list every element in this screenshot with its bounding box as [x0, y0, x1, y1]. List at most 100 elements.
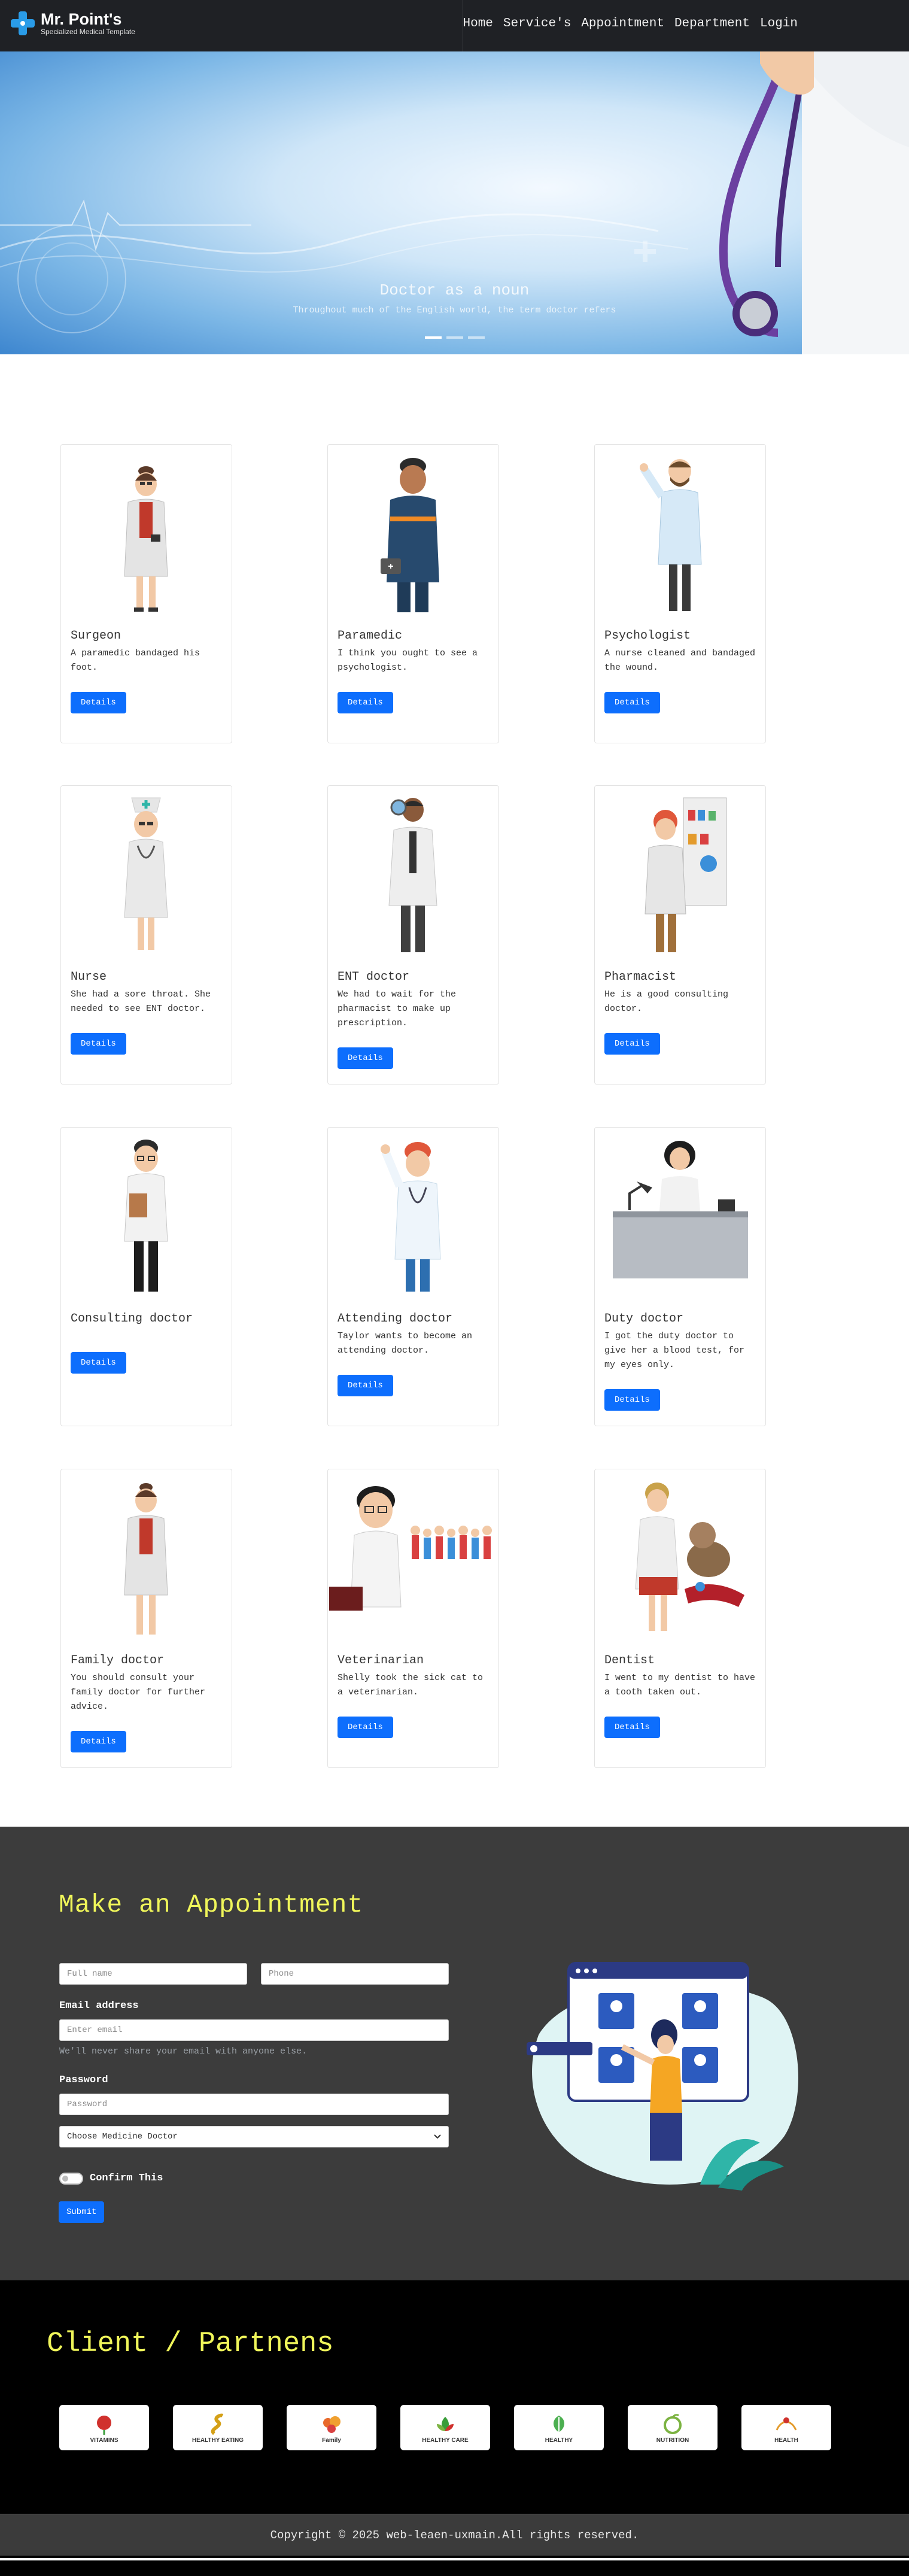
doctor-select-value: Choose Medicine Doctor	[67, 2132, 178, 2141]
card-text: Shelly took the sick cat to a veterinari…	[338, 1673, 484, 1697]
partner-logo[interactable]: NUTRITION	[628, 2405, 718, 2450]
partner-logo-text: NUTRITION	[656, 2437, 689, 2444]
lotus-logo-icon	[437, 2416, 454, 2431]
psychologist-illustration	[595, 445, 765, 618]
partner-logo[interactable]: VITAMINS	[59, 2405, 149, 2450]
brand-subtitle: Specialized Medical Template	[41, 28, 135, 36]
doctor-card: Dentist I went to my dentist to have a t…	[594, 1469, 766, 1768]
doctor-card: Attending doctor Taylor wants to become …	[327, 1127, 499, 1426]
surgeon-illustration	[61, 445, 232, 618]
health-logo-icon	[776, 2417, 797, 2431]
partner-logo[interactable]: HEALTHY EATING	[173, 2405, 263, 2450]
snake-logo-icon	[211, 2413, 224, 2435]
partner-logo[interactable]: HEALTHY	[514, 2405, 604, 2450]
details-button[interactable]: Details	[71, 692, 126, 713]
doctor-card: Pharmacist He is a good consulting docto…	[594, 785, 766, 1085]
appointment-section: Make an Appointment Full name Phone Emai…	[0, 1827, 909, 2280]
nav-link-login[interactable]: Login	[760, 17, 798, 31]
password-label: Password	[59, 2074, 108, 2086]
email-input[interactable]: Enter email	[59, 2019, 449, 2041]
hero-carousel[interactable]: Doctor as a noun Throughout much of the …	[0, 51, 909, 354]
partner-logo[interactable]: Family	[287, 2405, 376, 2450]
chevron-down-icon	[434, 2134, 441, 2139]
doctor-card: Family doctor You should consult your fa…	[60, 1469, 232, 1768]
partner-logo[interactable]: HEALTHY CARE	[400, 2405, 490, 2450]
card-text: I went to my dentist to have a tooth tak…	[604, 1673, 756, 1697]
details-button[interactable]: Details	[338, 1047, 393, 1069]
online-consultation-illustration	[527, 1962, 798, 2191]
card-title: Veterinarian	[338, 1654, 424, 1667]
card-text	[71, 1329, 222, 1335]
card-title: Pharmacist	[604, 970, 677, 984]
details-button[interactable]: Details	[604, 1033, 660, 1055]
card-title: Surgeon	[71, 629, 121, 643]
nav-link-services[interactable]: Service's	[503, 17, 571, 31]
card-text: Taylor wants to become an attending doct…	[338, 1331, 473, 1356]
card-title: ENT doctor	[338, 970, 410, 984]
details-button[interactable]: Details	[71, 1033, 126, 1055]
details-button[interactable]: Details	[338, 1375, 393, 1396]
appointment-heading: Make an Appointment	[59, 1890, 364, 1919]
details-button[interactable]: Details	[71, 1352, 126, 1374]
details-button[interactable]: Details	[604, 692, 660, 713]
doctor-card: Consulting doctor Details	[60, 1127, 232, 1426]
phone-input[interactable]: Phone	[261, 1963, 449, 1985]
copyright-text: Copyright © 2025 web-leaen-uxmain.All ri…	[270, 2529, 639, 2542]
carousel-indicator[interactable]	[468, 336, 485, 339]
doctor-card: Surgeon A paramedic bandaged his foot. D…	[60, 444, 232, 743]
family-doctor-illustration	[61, 1469, 232, 1643]
details-button[interactable]: Details	[604, 1389, 660, 1411]
doctor-card: Veterinarian Shelly took the sick cat to…	[327, 1469, 499, 1768]
details-button[interactable]: Details	[338, 1717, 393, 1738]
card-title: Family doctor	[71, 1654, 165, 1667]
doctor-card: Paramedic I think you ought to see a psy…	[327, 444, 499, 743]
nav-link-appointment[interactable]: Appointment	[581, 17, 664, 31]
card-title: Consulting doctor	[71, 1312, 193, 1326]
email-label: Email address	[59, 2000, 139, 2012]
partner-logo-text: HEALTH	[774, 2437, 798, 2444]
consulting-doctor-illustration	[61, 1128, 232, 1301]
confirm-toggle[interactable]	[59, 2173, 83, 2185]
doctor-card: Duty doctor I got the duty doctor to giv…	[594, 1127, 766, 1426]
clients-heading: Client / Partnens	[47, 2328, 334, 2360]
medical-cross-icon	[11, 11, 35, 35]
nav-link-home[interactable]: Home	[463, 17, 492, 31]
partner-logo-text: VITAMINS	[90, 2437, 118, 2444]
doctor-card: ENT doctor We had to wait for the pharma…	[327, 785, 499, 1085]
card-text: A nurse cleaned and bandaged the wound.	[604, 648, 756, 673]
submit-button[interactable]: Submit	[59, 2201, 105, 2223]
clients-section: Client / Partnens VITAMINS HEALTHY EATIN…	[0, 2280, 909, 2514]
navbar: Mr. Point's Specialized Medical Template…	[0, 0, 909, 51]
card-text: I got the duty doctor to give her a bloo…	[604, 1331, 745, 1370]
partner-logo-text: HEALTHY CARE	[422, 2437, 469, 2444]
partner-logo-text: Family	[322, 2437, 341, 2444]
duty-doctor-illustration	[595, 1128, 765, 1301]
card-title: Nurse	[71, 970, 107, 984]
details-button[interactable]: Details	[604, 1717, 660, 1738]
carousel-indicator[interactable]	[425, 336, 442, 339]
ent-doctor-illustration	[328, 786, 498, 959]
partner-logo-text: HEALTHY EATING	[191, 2437, 244, 2444]
full-name-input[interactable]: Full name	[59, 1963, 247, 1985]
footer-divider	[0, 2558, 909, 2560]
confirm-label: Confirm This	[90, 2173, 163, 2184]
details-button[interactable]: Details	[338, 692, 393, 713]
brand-logo[interactable]: Mr. Point's Specialized Medical Template	[11, 11, 135, 36]
doctor-select[interactable]: Choose Medicine Doctor	[59, 2126, 449, 2147]
details-button[interactable]: Details	[71, 1731, 126, 1752]
carousel-indicators	[425, 336, 485, 339]
rose-logo-icon	[97, 2415, 111, 2435]
password-input[interactable]: Password	[59, 2094, 449, 2115]
card-text: He is a good consulting doctor.	[604, 989, 729, 1014]
card-title: Duty doctor	[604, 1312, 684, 1326]
nav-links: Home Service's Appointment Department Lo…	[463, 17, 798, 31]
card-title: Paramedic	[338, 629, 403, 643]
carousel-indicator[interactable]	[446, 336, 463, 339]
doctor-card: Psychologist A nurse cleaned and bandage…	[594, 444, 766, 743]
card-title: Psychologist	[604, 629, 691, 643]
nav-link-department[interactable]: Department	[674, 17, 750, 31]
partner-logo[interactable]: HEALTH	[741, 2405, 831, 2450]
footer-bar: Copyright © 2025 web-leaen-uxmain.All ri…	[0, 2514, 909, 2556]
partner-logo-text: HEALTHY	[545, 2437, 573, 2444]
footer: Copyright © 2025 web-leaen-uxmain.All ri…	[0, 2514, 909, 2576]
